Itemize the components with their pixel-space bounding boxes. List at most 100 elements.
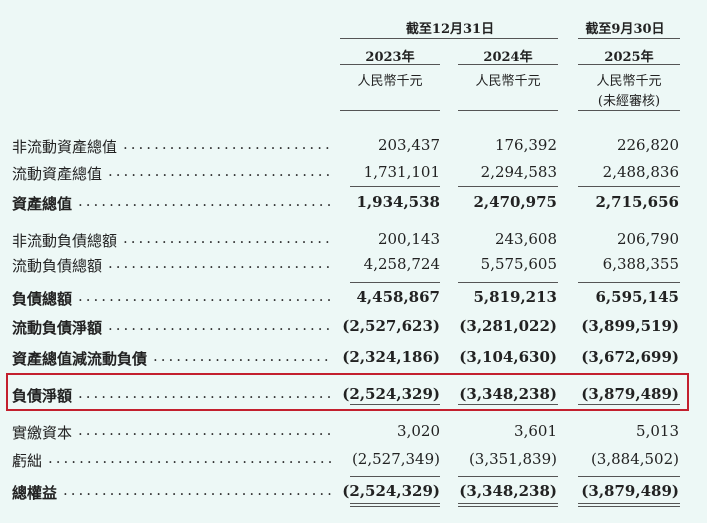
row-value-2025: 2,488,836	[602, 163, 679, 181]
year-header-2023: 2023年	[365, 50, 415, 65]
table-row: 負債總額....................................…	[0, 284, 707, 312]
subtotal-rule-liabilities-2024	[458, 282, 558, 283]
row-label: 負債總額	[12, 290, 73, 308]
leader-dots: ........................................…	[48, 449, 332, 467]
rule-net-liab-2023	[350, 404, 440, 405]
subtotal-rule-assets-2025	[578, 186, 680, 187]
row-value-2025: (3,672,699)	[581, 348, 679, 366]
leader-dots: ........................................…	[123, 229, 332, 247]
leader-dots: ........................................…	[63, 481, 332, 499]
subtotal-rule-assets-2023	[350, 186, 440, 187]
row-value-2024: (3,351,839)	[468, 450, 557, 468]
total-rule-a-2025	[578, 503, 680, 504]
row-value-2025: (3,884,502)	[590, 450, 679, 468]
leader-dots: ........................................…	[78, 192, 332, 210]
table-row: 資產總值....................................…	[0, 189, 707, 217]
unit-label-2024: 人民幣千元	[475, 74, 541, 89]
row-label: 流動資產總值	[12, 165, 103, 183]
row-label: 負債淨額	[12, 387, 73, 405]
row-value-2024: 243,608	[494, 230, 557, 248]
total-rule-a-2024	[458, 503, 558, 504]
row-value-2023: (2,324,186)	[342, 348, 440, 366]
leader-dots: ........................................…	[78, 384, 332, 402]
leader-dots: ........................................…	[108, 162, 332, 180]
row-value-2023: (2,527,623)	[342, 317, 440, 335]
leader-dots: ........................................…	[108, 254, 332, 272]
row-value-2023: (2,527,349)	[351, 450, 440, 468]
row-value-2023: 200,143	[377, 230, 440, 248]
row-label: 非流動資產總值	[12, 138, 118, 156]
row-label: 實繳資本	[12, 424, 73, 442]
row-value-2025: 5,013	[636, 422, 679, 440]
row-value-2025: 2,715,656	[595, 193, 679, 211]
row-value-2023: 1,934,538	[356, 193, 440, 211]
row-value-2023: 3,020	[397, 422, 440, 440]
rule-net-liab-2024	[458, 404, 558, 405]
row-value-2023: 203,437	[377, 136, 440, 154]
period-rule-sep30	[578, 38, 680, 39]
header-bottom-rule-2025	[578, 110, 680, 111]
row-label: 資產總值減流動負債	[12, 350, 148, 368]
row-value-2023: 4,458,867	[356, 288, 440, 306]
row-value-2025: (3,879,489)	[581, 482, 679, 500]
row-label: 資產總值	[12, 195, 73, 213]
row-value-2025: (3,879,489)	[581, 385, 679, 403]
row-value-2024: (3,348,238)	[459, 385, 557, 403]
row-value-2024: 2,294,583	[480, 163, 557, 181]
leader-dots: ........................................…	[78, 287, 332, 305]
header-bottom-rule-2023	[340, 110, 440, 111]
subtotal-rule-assets-2024	[458, 186, 558, 187]
total-rule-a-2023	[350, 503, 440, 504]
subtotal-rule-liabilities-2025	[578, 282, 680, 283]
total-rule-b-2025	[578, 506, 680, 507]
row-label: 非流動負債總額	[12, 232, 118, 250]
row-value-2024: 5,575,605	[480, 255, 557, 273]
leader-dots: ........................................…	[78, 421, 332, 439]
table-row: 實繳資本....................................…	[0, 418, 707, 446]
year-rule-2023	[340, 64, 440, 65]
row-value-2024: 2,470,975	[473, 193, 557, 211]
row-value-2023: 4,258,724	[363, 255, 440, 273]
table-row: 非流動負債總額.................................…	[0, 226, 707, 254]
row-label: 虧絀	[12, 452, 43, 470]
row-label: 總權益	[12, 484, 58, 502]
table-row: 虧絀......................................…	[0, 446, 707, 474]
row-label: 流動負債淨額	[12, 319, 103, 337]
rule-net-liab-2025	[578, 404, 680, 405]
subtotal-rule-equity-2025	[578, 476, 680, 477]
subtotal-rule-equity-2023	[350, 476, 440, 477]
row-value-2024: 3,601	[514, 422, 557, 440]
row-value-2024: 176,392	[494, 136, 557, 154]
year-rule-2024	[458, 64, 558, 65]
table-row: 總權益.....................................…	[0, 478, 707, 506]
year-rule-2025	[578, 64, 680, 65]
total-rule-b-2024	[458, 506, 558, 507]
subtotal-rule-equity-2024	[458, 476, 558, 477]
row-value-2025: 6,388,355	[602, 255, 679, 273]
row-value-2025: 226,820	[616, 136, 679, 154]
row-value-2024: (3,348,238)	[459, 482, 557, 500]
row-value-2025: 206,790	[616, 230, 679, 248]
row-value-2023: (2,524,329)	[342, 385, 440, 403]
row-value-2024: (3,104,630)	[459, 348, 557, 366]
subtotal-rule-liabilities-2023	[350, 282, 440, 283]
row-label: 流動負債總額	[12, 257, 103, 275]
row-value-2024: (3,281,022)	[459, 317, 557, 335]
row-value-2025: 6,595,145	[595, 288, 679, 306]
table-row: 流動負債總額..................................…	[0, 251, 707, 279]
table-row: 流動資產總值..................................…	[0, 159, 707, 187]
period-header-dec31: 截至12月31日	[405, 22, 495, 37]
audit-note: (未經審核)	[597, 94, 661, 109]
table-row: 流動負債淨額..................................…	[0, 313, 707, 341]
leader-dots: ........................................…	[153, 347, 332, 365]
unit-label-2023: 人民幣千元	[357, 74, 423, 89]
total-rule-b-2023	[350, 506, 440, 507]
row-value-2023: 1,731,101	[363, 163, 440, 181]
period-header-sep30: 截至9月30日	[585, 22, 665, 37]
leader-dots: ........................................…	[123, 135, 332, 153]
row-value-2025: (3,899,519)	[581, 317, 679, 335]
year-header-2025: 2025年	[604, 50, 654, 65]
unit-label-2025: 人民幣千元	[596, 74, 662, 89]
row-value-2024: 5,819,213	[473, 288, 557, 306]
leader-dots: ........................................…	[108, 316, 332, 334]
